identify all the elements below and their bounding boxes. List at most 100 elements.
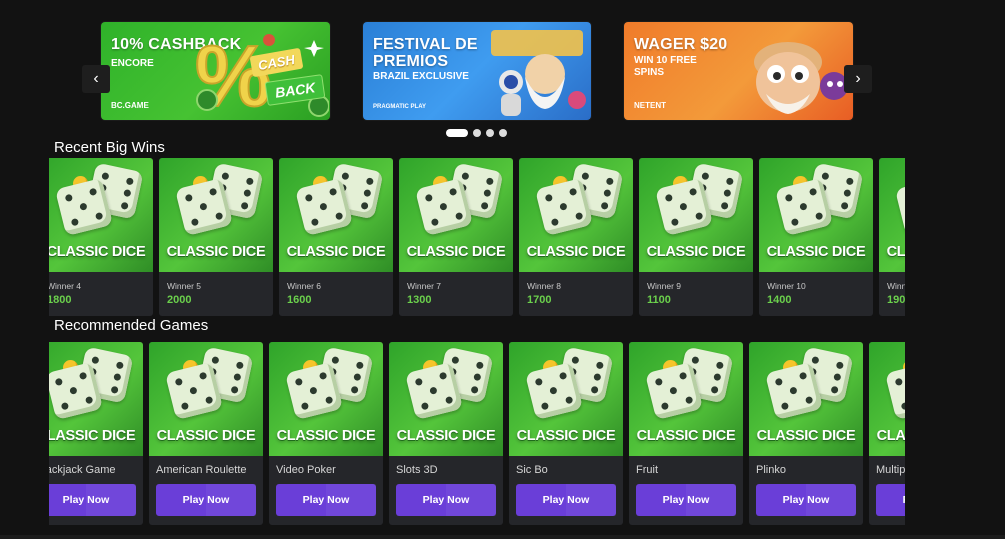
game-title-label: CLASSIC DICE	[276, 428, 376, 444]
chevron-left-icon: ‹	[93, 70, 99, 87]
game-card: CLASSIC DICE Sic Bo Play Now	[509, 342, 623, 525]
carousel-dot-1[interactable]	[446, 129, 468, 137]
banner-subtitle-line2: SPINS	[634, 67, 665, 78]
carousel-dot-3[interactable]	[486, 129, 494, 137]
win-card[interactable]: CLASSIC DICE Winner 5 2000	[159, 158, 273, 316]
banner-brand-logo: PRAGMATIC PLAY	[373, 104, 427, 110]
win-card[interactable]: CLASSIC DICE Winner 10 1400	[759, 158, 873, 316]
game-thumbnail[interactable]: CLASSIC DICE	[279, 158, 393, 272]
winner-name: Winner 4	[49, 281, 82, 291]
game-thumbnail[interactable]: CLASSIC DICE	[159, 158, 273, 272]
winner-amount: 1800	[49, 294, 72, 306]
carousel-prev-button[interactable]: ‹	[82, 65, 110, 93]
promo-banner-wager[interactable]: WAGER $20 WIN 10 FREE SPINS NETENT	[624, 22, 853, 120]
winner-name: Winner 10	[767, 281, 806, 291]
play-now-button[interactable]: Play Now	[756, 484, 856, 516]
winner-name: Winner 8	[527, 281, 562, 291]
winner-amount: 1400	[767, 294, 792, 306]
game-thumbnail[interactable]: CLASSIC DICE	[519, 158, 633, 272]
banner-brand-logo: NETENT	[634, 101, 666, 110]
recommended-games-row: CLASSIC DICEBlackjack GamePlay NowCLASSI…	[49, 342, 905, 525]
winner-name: Winner 5	[167, 281, 202, 291]
wager-character-art	[754, 42, 848, 114]
game-thumbnail[interactable]: CLASSIC DICE	[879, 158, 905, 272]
game-card: CLASSIC DICE Multiplayer Play Now	[869, 342, 905, 525]
play-now-button[interactable]: Play Now	[276, 484, 376, 516]
game-title-label: CLASSIC DICE	[406, 244, 506, 260]
banner-subtitle: BRAZIL EXCLUSIVE	[373, 71, 469, 82]
win-card[interactable]: CLASSIC DICE Winner 9 1100	[639, 158, 753, 316]
winner-name: Winner 9	[647, 281, 682, 291]
winner-amount: 1600	[287, 294, 312, 306]
game-thumbnail[interactable]: CLASSIC DICE	[49, 158, 153, 272]
game-title-label: CLASSIC DICE	[286, 244, 386, 260]
game-thumbnail[interactable]: CLASSIC DICE	[509, 342, 623, 456]
game-title-label: CLASSIC DICE	[766, 244, 866, 260]
game-thumbnail[interactable]: CLASSIC DICE	[149, 342, 263, 456]
banner-subtitle: ENCORE	[111, 58, 154, 69]
game-thumbnail[interactable]: CLASSIC DICE	[49, 342, 143, 456]
play-now-button[interactable]: Play Now	[516, 484, 616, 516]
game-thumbnail[interactable]: CLASSIC DICE	[399, 158, 513, 272]
game-thumbnail[interactable]: CLASSIC DICE	[869, 342, 905, 456]
game-name: Video Poker	[276, 464, 336, 476]
play-now-button[interactable]: Play Now	[49, 484, 136, 516]
game-title-label: CLASSIC DICE	[886, 244, 905, 260]
game-thumbnail[interactable]: CLASSIC DICE	[749, 342, 863, 456]
game-name: Plinko	[756, 464, 786, 476]
game-name: Blackjack Game	[49, 464, 116, 476]
recommended-games-title: Recommended Games	[54, 317, 209, 334]
win-card[interactable]: CLASSIC DICE Winner 8 1700	[519, 158, 633, 316]
play-now-button[interactable]: Play Now	[636, 484, 736, 516]
game-name: Sic Bo	[516, 464, 548, 476]
game-title-label: CLASSIC DICE	[396, 428, 496, 444]
win-card[interactable]: CLASSIC DICE Winner 6 1600	[279, 158, 393, 316]
game-name: Slots 3D	[396, 464, 438, 476]
game-thumbnail[interactable]: CLASSIC DICE	[269, 342, 383, 456]
carousel-next-button[interactable]: ›	[844, 65, 872, 93]
win-card[interactable]: CLASSIC DICE Winner 7 1300	[399, 158, 513, 316]
game-card: CLASSIC DICE Plinko Play Now	[749, 342, 863, 525]
recent-big-wins-row: CLASSIC DICE Winner 4 1800 CLASSIC DICE Winn…	[49, 158, 905, 316]
winner-name: Winner 6	[287, 281, 322, 291]
banner-brand-logo: BC.GAME	[111, 101, 149, 110]
game-title-label: CLASSIC DICE	[636, 428, 736, 444]
game-thumbnail[interactable]: CLASSIC DICE	[629, 342, 743, 456]
game-thumbnail[interactable]: CLASSIC DICE	[639, 158, 753, 272]
game-title-label: CLASSIC DICE	[516, 428, 616, 444]
game-title-label: CLASSIC DICE	[646, 244, 746, 260]
game-card: CLASSIC DICE Video Poker Play Now	[269, 342, 383, 525]
chevron-right-icon: ›	[855, 70, 861, 87]
promo-banner-cashback[interactable]: 10% CASHBACK ENCORE BC.GAME % CASH BACK	[101, 22, 330, 120]
game-name: Fruit	[636, 464, 658, 476]
banner-subtitle-line1: WIN 10 FREE	[634, 55, 697, 66]
banner-title-line1: FESTIVAL DE	[373, 36, 478, 53]
carousel-dot-2[interactable]	[473, 129, 481, 137]
game-title-label: CLASSIC DICE	[49, 428, 136, 444]
play-now-button[interactable]: Play Now	[396, 484, 496, 516]
carousel-pagination	[446, 129, 507, 137]
banner-title: WAGER $20	[634, 36, 728, 53]
play-now-button[interactable]: Play Now	[876, 484, 905, 516]
game-title-label: CLASSIC DICE	[526, 244, 626, 260]
play-now-button[interactable]: Play Now	[156, 484, 256, 516]
winner-amount: 1300	[407, 294, 432, 306]
game-name: American Roulette	[156, 464, 247, 476]
win-card[interactable]: CLASSIC DICE Winner 4 1800	[49, 158, 153, 316]
game-card: CLASSIC DICE American Roulette Play Now	[149, 342, 263, 525]
game-title-label: CLASSIC DICE	[156, 428, 256, 444]
game-thumbnail[interactable]: CLASSIC DICE	[759, 158, 873, 272]
winner-amount: 1100	[647, 294, 671, 306]
winner-name: Winner 11	[887, 281, 905, 291]
recent-big-wins-title: Recent Big Wins	[54, 139, 165, 156]
promo-carousel: 10% CASHBACK ENCORE BC.GAME % CASH BACK …	[80, 20, 872, 122]
carousel-dot-4[interactable]	[499, 129, 507, 137]
game-thumbnail[interactable]: CLASSIC DICE	[389, 342, 503, 456]
promo-banner-festival[interactable]: FESTIVAL DE PREMIOS BRAZIL EXCLUSIVE PRA…	[363, 22, 591, 120]
winner-amount: 1900	[887, 294, 905, 306]
game-card: CLASSIC DICE Blackjack Game Play Now	[49, 342, 143, 525]
banner-title-line2: PREMIOS	[373, 53, 449, 70]
win-card[interactable]: CLASSIC DICE Winner 11 1900	[879, 158, 905, 316]
game-card: CLASSIC DICE Slots 3D Play Now	[389, 342, 503, 525]
game-title-label: CLASSIC DICE	[876, 428, 905, 444]
